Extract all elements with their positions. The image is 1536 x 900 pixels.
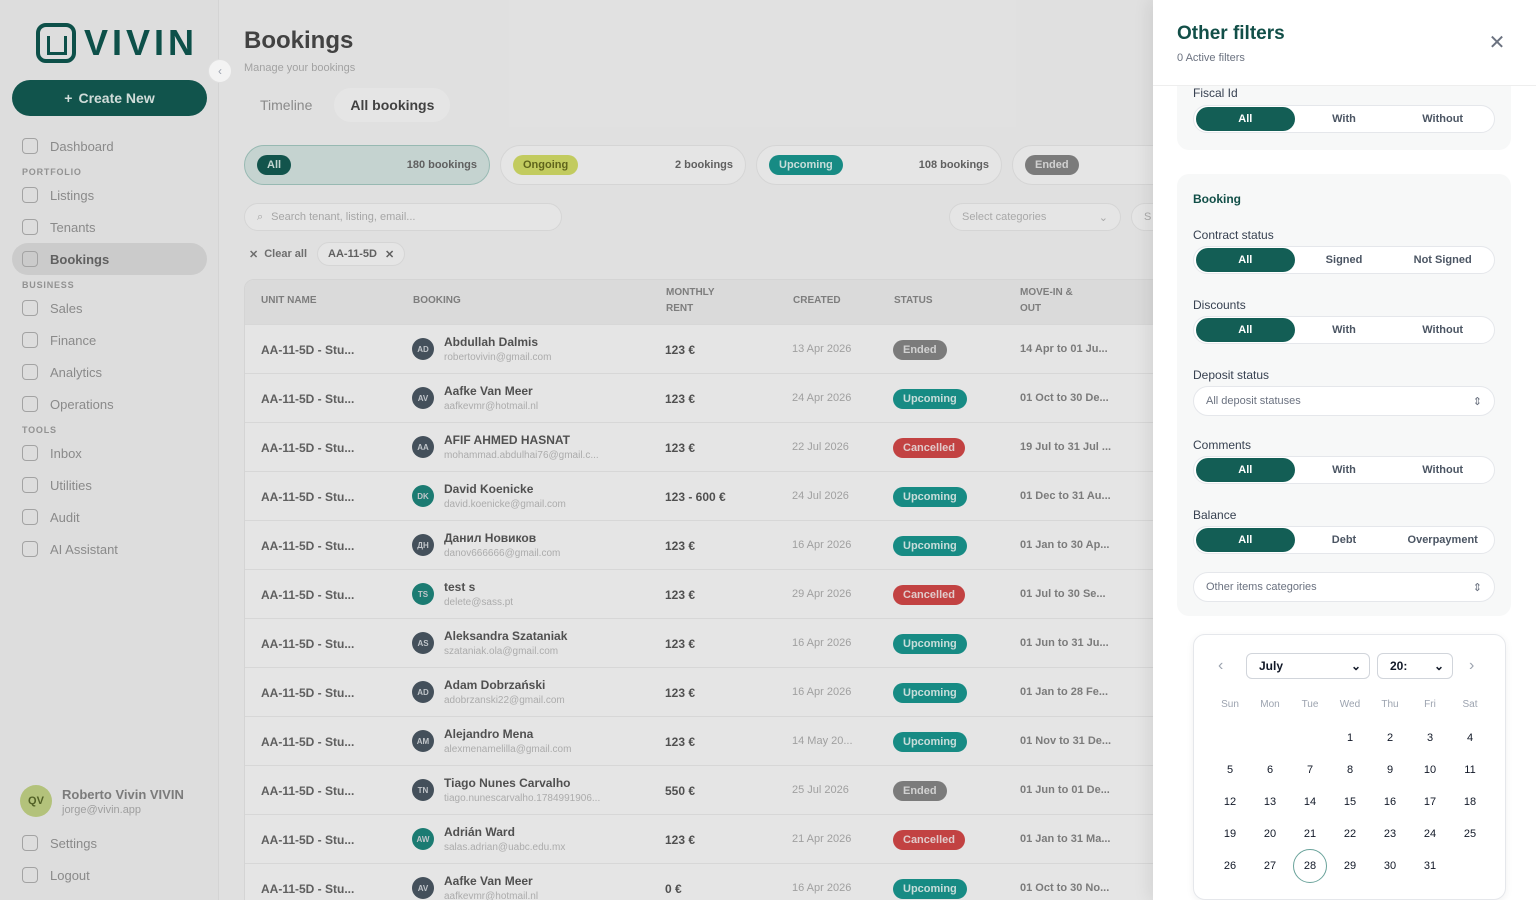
contract-status-toggle: All Signed Not Signed [1193, 246, 1495, 274]
fiscal-id-without[interactable]: Without [1393, 107, 1492, 131]
close-icon: ✕ [1488, 32, 1506, 54]
year-value: 20: [1390, 659, 1408, 673]
balance-toggle: All Debt Overpayment [1193, 526, 1495, 554]
calendar-day[interactable]: 1 [1333, 721, 1367, 755]
active-filters-count: 0 Active filters [1177, 52, 1245, 64]
close-panel-button[interactable]: ✕ [1486, 32, 1508, 54]
panel-header: Other filters 0 Active filters ✕ [1153, 0, 1536, 86]
discounts-toggle: All With Without [1193, 316, 1495, 344]
calendar-day[interactable]: 17 [1413, 785, 1447, 819]
calendar-day[interactable]: 19 [1213, 817, 1247, 851]
contract-status-signed[interactable]: Signed [1295, 248, 1394, 272]
calendar-day[interactable]: 28 [1293, 849, 1327, 883]
comments-label: Comments [1193, 438, 1252, 452]
calendar-day[interactable]: 21 [1293, 817, 1327, 851]
fiscal-id-all[interactable]: All [1196, 107, 1295, 131]
weekday-label: Mon [1260, 699, 1280, 710]
calendar-day[interactable]: 10 [1413, 753, 1447, 787]
other-filters-panel: Fiscal Id All With Without Booking Contr… [1153, 0, 1536, 900]
other-items-select[interactable]: Other items categories ⇕ [1193, 572, 1495, 602]
calendar-day[interactable]: 13 [1253, 785, 1287, 819]
weekday-label: Fri [1424, 699, 1436, 710]
calendar-day[interactable]: 15 [1333, 785, 1367, 819]
calendar-day[interactable]: 20 [1253, 817, 1287, 851]
calendar-day[interactable]: 2 [1373, 721, 1407, 755]
calendar-day[interactable]: 26 [1213, 849, 1247, 883]
calendar-day[interactable]: 22 [1333, 817, 1367, 851]
comments-without[interactable]: Without [1393, 458, 1492, 482]
calendar-day[interactable]: 11 [1453, 753, 1487, 787]
calendar-day[interactable]: 9 [1373, 753, 1407, 787]
calendar-day[interactable]: 24 [1413, 817, 1447, 851]
balance-overpayment[interactable]: Overpayment [1393, 528, 1492, 552]
deposit-status-value: All deposit statuses [1206, 395, 1301, 407]
calendar-day[interactable]: 23 [1373, 817, 1407, 851]
contract-status-all[interactable]: All [1196, 248, 1295, 272]
next-month-button[interactable]: › [1469, 657, 1474, 675]
weekday-label: Thu [1381, 699, 1399, 710]
calendar-day[interactable]: 14 [1293, 785, 1327, 819]
contract-status-label: Contract status [1193, 228, 1274, 242]
other-items-value: Other items categories [1206, 581, 1317, 593]
balance-label: Balance [1193, 508, 1237, 522]
date-picker-calendar: ‹ July ⌄ 20: ⌄ › Sun Mon Tue Wed Thu Fri Sat 1 2… [1193, 634, 1506, 900]
weekday-label: Tue [1301, 699, 1319, 710]
chevron-updown-icon: ⇕ [1472, 581, 1482, 594]
fiscal-id-label: Fiscal Id [1193, 86, 1238, 100]
deposit-status-label: Deposit status [1193, 368, 1270, 382]
chevron-updown-icon: ⇕ [1472, 395, 1482, 408]
weekday-label: Sat [1462, 699, 1478, 710]
fiscal-id-with[interactable]: With [1295, 107, 1394, 131]
comments-all[interactable]: All [1196, 458, 1295, 482]
month-value: July [1259, 659, 1284, 673]
calendar-day[interactable]: 16 [1373, 785, 1407, 819]
discounts-all[interactable]: All [1196, 318, 1295, 342]
prev-month-button[interactable]: ‹ [1218, 657, 1223, 675]
calendar-day[interactable]: 29 [1333, 849, 1367, 883]
month-select[interactable]: July ⌄ [1246, 653, 1370, 679]
chevron-down-icon: ⌄ [1350, 659, 1361, 673]
backdrop-overlay[interactable] [0, 0, 1153, 900]
chevron-left-icon: ‹ [218, 64, 222, 78]
calendar-day[interactable]: 8 [1333, 753, 1367, 787]
discounts-with[interactable]: With [1295, 318, 1394, 342]
discounts-without[interactable]: Without [1393, 318, 1492, 342]
booking-filters-card: Booking Contract status All Signed Not S… [1177, 174, 1511, 616]
chevron-right-icon: › [1469, 657, 1475, 674]
calendar-day[interactable]: 6 [1253, 753, 1287, 787]
balance-all[interactable]: All [1196, 528, 1295, 552]
calendar-day[interactable]: 31 [1413, 849, 1447, 883]
calendar-day[interactable]: 3 [1413, 721, 1447, 755]
collapse-sidebar-button[interactable]: ‹ [208, 59, 232, 83]
panel-title: Other filters [1177, 23, 1285, 44]
deposit-status-select[interactable]: All deposit statuses ⇕ [1193, 386, 1495, 416]
fiscal-id-toggle: All With Without [1193, 105, 1495, 133]
booking-section-title: Booking [1193, 192, 1241, 206]
comments-with[interactable]: With [1295, 458, 1394, 482]
calendar-day[interactable]: 7 [1293, 753, 1327, 787]
calendar-day[interactable]: 5 [1213, 753, 1247, 787]
weekday-label: Sun [1221, 699, 1239, 710]
calendar-day[interactable]: 27 [1253, 849, 1287, 883]
calendar-day[interactable]: 18 [1453, 785, 1487, 819]
discounts-label: Discounts [1193, 298, 1246, 312]
calendar-day[interactable]: 25 [1453, 817, 1487, 851]
weekday-label: Wed [1339, 699, 1361, 710]
comments-toggle: All With Without [1193, 456, 1495, 484]
year-select[interactable]: 20: ⌄ [1377, 653, 1453, 679]
calendar-day[interactable]: 12 [1213, 785, 1247, 819]
chevron-left-icon: ‹ [1218, 657, 1224, 674]
calendar-day[interactable]: 30 [1373, 849, 1407, 883]
calendar-day[interactable]: 4 [1453, 721, 1487, 755]
balance-debt[interactable]: Debt [1295, 528, 1394, 552]
chevron-down-icon: ⌄ [1433, 659, 1444, 673]
contract-status-not-signed[interactable]: Not Signed [1393, 248, 1492, 272]
